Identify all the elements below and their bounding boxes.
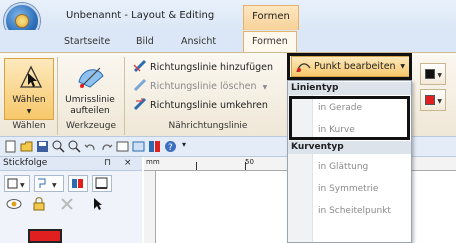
hide-icon[interactable] (60, 197, 74, 211)
ruler-unit-label: mm (146, 158, 160, 166)
reverse-direction-button[interactable]: Richtungslinie umkehren (133, 97, 268, 113)
menu-section-kurventyp: Kurventyp (288, 141, 411, 154)
line-color-button[interactable]: ▼ (420, 63, 446, 85)
vertical-ruler (144, 171, 156, 243)
delete-direction-label: Richtungslinie löschen (150, 81, 257, 92)
chevron-down-icon: ▼ (26, 108, 32, 115)
tab-formen[interactable]: Formen (243, 31, 297, 52)
svg-text:▼: ▼ (20, 182, 25, 189)
reverse-direction-label: Richtungslinie umkehren (150, 100, 268, 111)
frame-icon (95, 177, 108, 189)
undo-icon[interactable] (84, 140, 97, 153)
new-file-icon[interactable] (4, 140, 17, 153)
highlight-linientyp-items (289, 96, 410, 140)
window-title: Unbenannt - Layout & Editing (66, 10, 215, 21)
sort-icon: ▼ (38, 178, 57, 189)
tab-ansicht[interactable]: Ansicht (181, 36, 216, 47)
highlight-punkt-bearbeiten (287, 53, 412, 80)
outline-split-button[interactable]: Umrisslinie aufteilen (60, 58, 120, 120)
lock-icon[interactable] (32, 197, 46, 211)
panel-color-button[interactable] (68, 175, 88, 192)
help-icon[interactable]: ? (164, 140, 177, 153)
svg-text:▼: ▼ (52, 182, 57, 189)
view-icon[interactable] (116, 140, 129, 153)
group-label-naehrichtungslinie: Nährichtungslinie (168, 121, 248, 131)
title-bar: Unbenannt - Layout & Editing Formen (0, 0, 456, 30)
color-order-icon (72, 179, 83, 188)
add-direction-button[interactable]: Richtungslinie hinzufügen (133, 59, 273, 75)
menu-item-in-scheitelpunkt[interactable]: in Scheitelpunkt (318, 206, 391, 216)
layout-icon[interactable] (132, 140, 145, 153)
color-block[interactable] (28, 229, 62, 243)
stickfolge-title: Stickfolge (3, 158, 48, 168)
tab-startseite[interactable]: Startseite (64, 36, 110, 47)
stickfolge-panel: ▼ ▼ (0, 171, 142, 243)
palette-icon[interactable] (148, 140, 161, 153)
fill-color-button[interactable]: ▼ (420, 89, 446, 111)
waehlen-button[interactable]: Wählen ▼ (4, 58, 54, 120)
zoom-out-icon[interactable] (68, 140, 81, 153)
grid-view-icon: ▼ (7, 178, 25, 189)
ruler-tick-label: 50 (245, 158, 254, 166)
zoom-in-icon[interactable] (52, 140, 65, 153)
stickfolge-panel-header: Stickfolge ⊓ × (0, 157, 142, 171)
tab-bild[interactable]: Bild (136, 36, 154, 47)
open-folder-icon[interactable] (20, 140, 33, 153)
outline-split-label-1: Umrisslinie (65, 95, 115, 105)
add-direction-label: Richtungslinie hinzufügen (150, 62, 273, 73)
pin-icon[interactable]: ⊓ (104, 157, 111, 170)
menu-item-in-glaettung[interactable]: in Glättung (318, 162, 368, 172)
outline-split-icon (78, 67, 104, 88)
delete-direction-button[interactable]: Richtungslinie löschen ▼ (133, 78, 267, 94)
ribbon-tab-bar: Startseite Bild Ansicht Formen (0, 30, 456, 52)
qat-customize-icon[interactable]: ▾ (182, 140, 186, 149)
direction-reverse-icon (133, 97, 147, 111)
close-icon[interactable]: × (124, 157, 132, 170)
group-label-waehlen: Wählen (12, 121, 46, 131)
direction-delete-icon (133, 78, 147, 92)
menu-section-linientyp: Linientyp (288, 82, 411, 95)
svg-text:?: ? (168, 143, 173, 153)
panel-frame-button[interactable] (92, 175, 112, 192)
panel-view-button[interactable]: ▼ (4, 175, 30, 192)
redo-icon[interactable] (100, 140, 113, 153)
eye-icon[interactable] (6, 197, 22, 211)
waehlen-label: Wählen (12, 95, 46, 105)
pointer-icon[interactable] (92, 197, 104, 211)
arrow-select-icon (19, 65, 43, 88)
save-icon[interactable] (36, 140, 49, 153)
direction-add-icon (133, 59, 147, 73)
outline-split-label-2: aufteilen (70, 106, 110, 116)
group-label-werkzeuge: Werkzeuge (65, 121, 117, 131)
menu-item-in-symmetrie[interactable]: in Symmetrie (318, 184, 378, 194)
context-tab-header: Formen (243, 5, 299, 30)
chevron-down-icon: ▼ (262, 84, 268, 91)
panel-sort-button[interactable]: ▼ (34, 175, 64, 192)
